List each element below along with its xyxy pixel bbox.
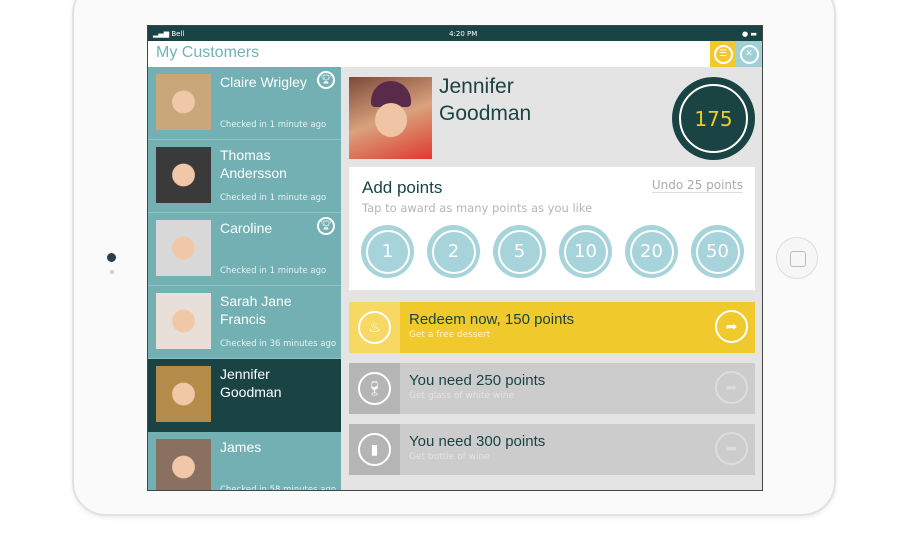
list-icon: ☰ xyxy=(713,44,733,64)
add-points-button[interactable]: 5 xyxy=(493,225,546,278)
add-points-button[interactable]: 10 xyxy=(559,225,612,278)
tools-icon: ✕ xyxy=(739,44,759,64)
redeem-arrow-icon: ➦ xyxy=(715,371,748,404)
checkin-time: Checked in 58 minutes ago xyxy=(220,485,337,491)
carrier: ▂▄▆ Bell xyxy=(153,29,185,38)
reward-row[interactable]: 🍷︎ You need 250 points Get glass of whit… xyxy=(349,363,755,414)
redeem-arrow-icon[interactable]: ➦ xyxy=(715,310,748,343)
customer-list: Claire Wrigley Checked in 1 minute ago 🏆︎… xyxy=(148,67,341,491)
customer-row[interactable]: James Checked in 58 minutes ago xyxy=(148,432,341,491)
customer-row[interactable]: Claire Wrigley Checked in 1 minute ago 🏆︎ xyxy=(148,67,341,140)
reward-row[interactable]: ♨ Redeem now, 150 points Get a free dess… xyxy=(349,302,755,353)
add-points-button[interactable]: 1 xyxy=(361,225,414,278)
reward-subtitle: Get bottle of wine xyxy=(409,452,490,462)
customer-row[interactable]: Caroline Checked in 1 minute ago 🏆︎ xyxy=(148,213,341,286)
home-button[interactable] xyxy=(776,237,818,279)
customer-row[interactable]: Thomas Andersson Checked in 1 minute ago xyxy=(148,140,341,213)
avatar xyxy=(156,366,211,422)
customer-name: Thomas Andersson xyxy=(220,147,287,181)
reward-title: Redeem now, 150 points xyxy=(409,311,575,328)
checkin-time: Checked in 1 minute ago xyxy=(220,266,327,276)
clock: 4:20 PM xyxy=(449,29,478,38)
camera xyxy=(107,253,116,262)
add-points-title: Add points xyxy=(362,178,443,197)
avatar xyxy=(156,147,211,203)
add-points-button[interactable]: 20 xyxy=(625,225,678,278)
reward-title: You need 250 points xyxy=(409,372,546,389)
reward-icon-box: 🍷︎ xyxy=(349,363,400,414)
reward-icon-box: ♨ xyxy=(349,302,400,353)
avatar xyxy=(156,439,211,490)
points-badge: 175 xyxy=(672,77,755,160)
customer-name: Caroline xyxy=(220,220,273,236)
customer-photo xyxy=(349,77,432,159)
redeem-arrow-icon: ➦ xyxy=(715,432,748,465)
add-points-card: Add points Undo 25 points Tap to award a… xyxy=(349,167,755,290)
add-points-button[interactable]: 2 xyxy=(427,225,480,278)
page-title: My Customers xyxy=(156,44,260,61)
avatar xyxy=(156,220,211,276)
wine-glass-icon: 🍷︎ xyxy=(358,372,391,405)
list-view-button[interactable]: ☰ xyxy=(710,41,736,67)
reward-subtitle: Get glass of white wine xyxy=(409,391,514,401)
reward-subtitle: Get a free dessert xyxy=(409,330,491,340)
undo-button[interactable]: Undo 25 points xyxy=(651,178,743,193)
reward-icon-box: ▮ xyxy=(349,424,400,475)
reward-row[interactable]: ▮ You need 300 points Get bottle of wine… xyxy=(349,424,755,475)
trophy-icon: 🏆︎ xyxy=(317,71,335,89)
customer-name: Claire Wrigley xyxy=(220,74,307,90)
customer-name: Jennifer Goodman xyxy=(439,75,532,125)
settings-button[interactable]: ✕ xyxy=(736,41,762,67)
add-points-subtitle: Tap to award as many points as you like xyxy=(362,201,593,215)
reward-title: You need 300 points xyxy=(409,433,546,450)
app-screen: ▂▄▆ Bell 4:20 PM ● ▬ My Customers ☰ ✕ Cl… xyxy=(147,25,763,491)
checkin-time: Checked in 1 minute ago xyxy=(220,120,327,130)
sensor xyxy=(110,270,114,274)
status-bar: ▂▄▆ Bell 4:20 PM ● ▬ xyxy=(148,26,762,41)
customer-row[interactable]: Jennifer Goodman xyxy=(148,359,341,432)
customer-row[interactable]: Sarah Jane Francis Checked in 36 minutes… xyxy=(148,286,341,359)
checkin-time: Checked in 1 minute ago xyxy=(220,193,327,203)
checkin-time: Checked in 36 minutes ago xyxy=(220,339,337,349)
customer-name: Jennifer Goodman xyxy=(220,366,282,400)
wine-bottle-icon: ▮ xyxy=(358,433,391,466)
customer-name: James xyxy=(220,439,262,455)
customer-name: Sarah Jane Francis xyxy=(220,293,292,327)
add-points-button[interactable]: 50 xyxy=(691,225,744,278)
avatar xyxy=(156,293,211,349)
cupcake-icon: ♨ xyxy=(358,311,391,344)
trophy-icon: 🏆︎ xyxy=(317,217,335,235)
avatar xyxy=(156,74,211,130)
battery-icon: ● ▬ xyxy=(742,29,757,38)
customer-detail: Jennifer Goodman 175 Add points Undo 25 … xyxy=(341,67,762,490)
title-bar: My Customers ☰ ✕ xyxy=(148,41,762,67)
